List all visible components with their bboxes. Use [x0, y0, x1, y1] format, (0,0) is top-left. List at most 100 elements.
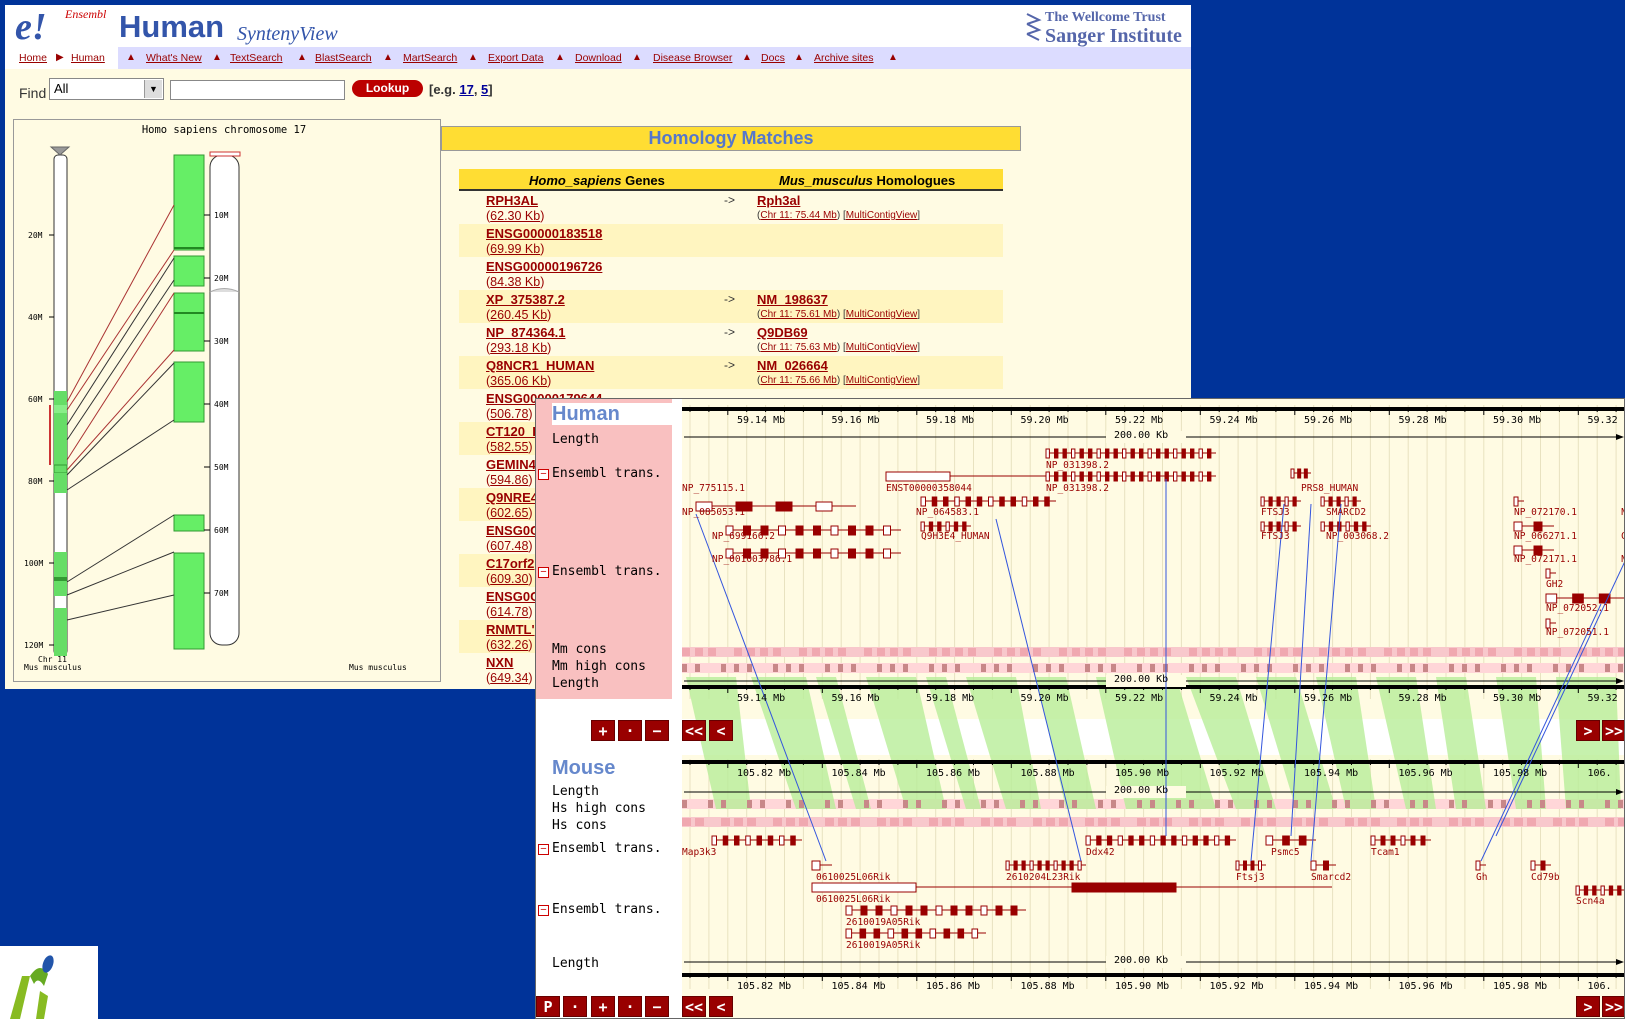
nav-docs[interactable]: Docs	[761, 52, 785, 64]
print-button[interactable]: P	[536, 996, 560, 1017]
mouse-gene-label[interactable]: Ddx42	[1086, 847, 1115, 858]
human-gene-label[interactable]: ENST00000358044	[886, 483, 972, 494]
mouse-gene-label[interactable]: Smarcd2	[1311, 872, 1351, 883]
mouse-gene-label[interactable]: Cd79b	[1531, 872, 1560, 883]
chevron-down-icon[interactable]: ▼	[144, 80, 162, 98]
zoom-out-button[interactable]: −	[645, 996, 669, 1017]
nav-whats-new[interactable]: What's New	[146, 52, 202, 64]
multicontigview-link[interactable]: MultiContigView	[846, 210, 918, 221]
scroll-left-button[interactable]: <	[709, 996, 733, 1017]
zoom-in-button[interactable]: +	[591, 996, 615, 1017]
mouse-gene-label[interactable]: Gh	[1476, 872, 1487, 883]
gene-link[interactable]: ENSG0C	[486, 589, 539, 604]
human-gene-label[interactable]: NP_699166.2	[712, 531, 775, 542]
human-gene-label[interactable]: NP_031398.2	[1046, 460, 1109, 471]
homologue-link[interactable]: Q9DB69	[757, 325, 808, 340]
nav-download[interactable]: Download	[575, 52, 622, 64]
mouse-gene-label[interactable]: 0610025L06Rik	[816, 894, 890, 905]
gene-link[interactable]: RPH3AL	[486, 193, 538, 208]
config-button[interactable]: ·	[563, 996, 587, 1017]
human-gene-label[interactable]: NP_064583.1	[916, 507, 979, 518]
gene-link[interactable]: ENSG00000183518	[486, 226, 602, 241]
multicontigview-link[interactable]: MultiContigView	[846, 342, 918, 353]
homologue-link[interactable]: Rph3al	[757, 193, 800, 208]
human-gene-label[interactable]: NP_072170.1	[1514, 507, 1577, 518]
human-gene-label[interactable]: NF	[1621, 554, 1624, 565]
nav-home[interactable]: Home	[19, 52, 47, 64]
mouse-gene-label[interactable]: Tcam1	[1371, 847, 1400, 858]
mouse-gene-label[interactable]: 2610019A05Rik	[846, 917, 920, 928]
nav-export-data[interactable]: Export Data	[488, 52, 543, 64]
gene-link[interactable]: C17orf2	[486, 556, 534, 571]
gene-link[interactable]: RNMTL'	[486, 622, 535, 637]
nav-human[interactable]: Human	[71, 52, 105, 64]
gene-link[interactable]: NP_874364.1	[486, 325, 566, 340]
location-link[interactable]: Chr 11: 75.63 Mb	[760, 342, 837, 353]
chromosome-ideogram[interactable]: 20M 40M 60M 80M 100M 120M Chr 11 Mus mus…	[14, 120, 442, 683]
human-gene-label[interactable]: NF	[1621, 507, 1624, 518]
human-gene-label[interactable]: NP_072171.1	[1514, 554, 1577, 565]
location-link[interactable]: Chr 11: 75.44 Mb	[760, 210, 837, 221]
gene-link[interactable]: Q9NRE4	[486, 490, 538, 505]
human-gene-label[interactable]: CS	[1621, 531, 1624, 542]
homologue-link[interactable]: NM_198637	[757, 292, 828, 307]
nav-textsearch[interactable]: TextSearch	[230, 52, 283, 64]
human-gene-label[interactable]: NP_775115.1	[682, 483, 745, 494]
human-gene-label[interactable]: FTSJ3	[1261, 531, 1290, 542]
find-input[interactable]	[170, 80, 345, 100]
nav-archive-sites[interactable]: Archive sites	[814, 52, 874, 64]
location-link[interactable]: Chr 11: 75.66 Mb	[760, 375, 837, 386]
human-gene-label[interactable]: NP_031398.2	[1046, 483, 1109, 494]
gene-link[interactable]: CT120_I	[486, 424, 536, 439]
human-gene-label[interactable]: NP_001003786.1	[712, 554, 792, 565]
lookup-button[interactable]: Lookup	[352, 80, 423, 97]
gene-link[interactable]: NXN	[486, 655, 513, 670]
zoom-out-button[interactable]: −	[645, 720, 669, 741]
human-gene-label[interactable]: NP_003068.2	[1326, 531, 1389, 542]
multicontigview-link[interactable]: MultiContigView	[846, 309, 918, 320]
example-link-17[interactable]: 17	[459, 82, 473, 97]
human-gene-label[interactable]: NP_072052.1	[1546, 603, 1609, 614]
scroll-right-button[interactable]: >	[1576, 720, 1600, 741]
location-link[interactable]: Chr 11: 75.61 Mb	[760, 309, 837, 320]
scale-tick-label: 59.30 Mb	[1493, 693, 1542, 704]
multicontigview-link[interactable]: MultiContigView	[846, 375, 918, 386]
human-gene-label[interactable]: NP_066271.1	[1514, 531, 1577, 542]
nav-martsearch[interactable]: MartSearch	[403, 52, 457, 64]
scroll-right-fast-button[interactable]: >>	[1602, 720, 1624, 741]
human-gene-label[interactable]: Q9H3E4_HUMAN	[921, 531, 990, 542]
human-gene-label[interactable]: FTSJ3	[1261, 507, 1290, 518]
ensembl-logo[interactable]: e!	[15, 5, 47, 49]
human-gene-label[interactable]: NP_072051.1	[1546, 627, 1609, 638]
nav-blastsearch[interactable]: BlastSearch	[315, 52, 372, 64]
gene-link[interactable]: GEMIN4	[486, 457, 536, 472]
mouse-gene-label[interactable]: Map3k3	[682, 847, 716, 858]
gene-link[interactable]: ENSG00000196726	[486, 259, 602, 274]
human-gene-label[interactable]: GH2	[1546, 579, 1563, 590]
scroll-right-fast-button[interactable]: >>	[1602, 996, 1624, 1017]
scroll-left-fast-button[interactable]: <<	[682, 996, 706, 1017]
scroll-left-button[interactable]: <	[709, 720, 733, 741]
scroll-left-fast-button[interactable]: <<	[682, 720, 706, 741]
zoom-in-button[interactable]: +	[591, 720, 615, 741]
sanger-line2: Sanger Institute	[1045, 25, 1182, 47]
mouse-gene-label[interactable]: Scn4a	[1576, 896, 1605, 907]
nav-disease-browser[interactable]: Disease Browser	[653, 52, 732, 64]
find-type-select[interactable]: All ▼	[49, 78, 164, 100]
gene-link[interactable]: ENSG0C	[486, 523, 539, 538]
human-gene-label[interactable]: PRS8_HUMAN	[1301, 483, 1358, 494]
gene-link[interactable]: XP_375387.2	[486, 292, 565, 307]
sanger-logo[interactable]: The Wellcome Trust Sanger Institute	[1023, 8, 1183, 47]
mouse-gene-label[interactable]: Ftsj3	[1236, 872, 1265, 883]
scroll-right-button[interactable]: >	[1576, 996, 1600, 1017]
gene-link[interactable]: Q8NCR1_HUMAN	[486, 358, 594, 373]
homologue-link[interactable]: NM_026664	[757, 358, 828, 373]
mouse-gene-label[interactable]: Psmc5	[1271, 847, 1300, 858]
zoom-reset-button[interactable]: ·	[618, 720, 642, 741]
mouse-gene-label[interactable]: 2610019A05Rik	[846, 940, 920, 951]
zoom-reset-button[interactable]: ·	[618, 996, 642, 1017]
human-gene-label[interactable]: SMARCD2	[1326, 507, 1366, 518]
mouse-gene-label[interactable]: 2610204L23Rik	[1006, 872, 1080, 883]
mouse-gene-label[interactable]: 0610025L06Rik	[816, 872, 890, 883]
human-gene-label[interactable]: NP_085053.1	[682, 507, 745, 518]
